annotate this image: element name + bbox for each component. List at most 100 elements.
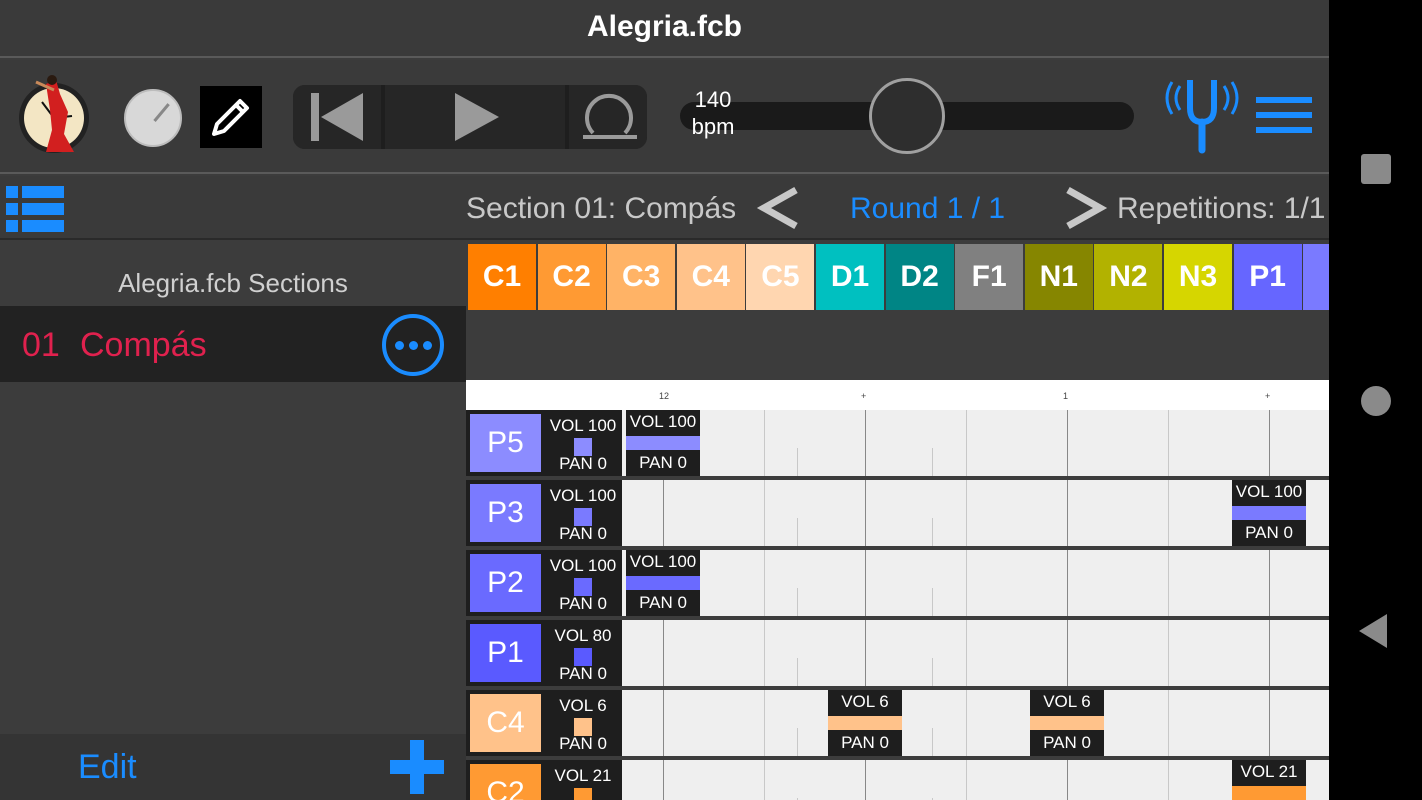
note-block[interactable]: VOL 100 PAN 0 (1232, 480, 1306, 546)
beat-gridline (932, 588, 933, 616)
note-block[interactable]: VOL 21PAN 0 (1232, 760, 1306, 800)
edit-pencil-button[interactable] (200, 86, 262, 148)
track-instrument-badge[interactable]: C4 (470, 694, 541, 752)
track-lane[interactable] (622, 550, 1329, 616)
note-block[interactable]: VOL 6 PAN 0 (1030, 690, 1104, 756)
round-indicator[interactable]: Round 1 / 1 (850, 192, 1005, 226)
recents-icon[interactable] (1361, 154, 1391, 184)
note-block[interactable]: VOL 6 PAN 0 (828, 690, 902, 756)
ruler-tick: 1 (1063, 391, 1069, 401)
track-lane[interactable] (622, 620, 1329, 686)
instrument-tile-c1[interactable]: C1 (468, 244, 536, 310)
track-row-c4: C4 VOL 6 PAN 0 VOL 6 PAN 0 VOL 6 PAN 0 (466, 690, 1329, 756)
title-bar: Alegria.fcb (0, 0, 1329, 58)
note-block[interactable]: VOL 100 PAN 0 (626, 410, 700, 476)
track-lane[interactable] (622, 690, 1329, 756)
beat-gridline (1269, 690, 1270, 756)
play-button[interactable] (385, 85, 565, 149)
beat-gridline (1067, 410, 1068, 476)
instrument-tile-c5[interactable]: C5 (746, 244, 815, 310)
beat-gridline (966, 550, 967, 616)
current-section-label: Section 01: Compás (466, 192, 737, 225)
instrument-tile-c4[interactable]: C4 (676, 244, 745, 310)
track-header[interactable]: P5 VOL 100 PAN 0 (466, 410, 622, 476)
previous-round-icon[interactable] (756, 184, 802, 232)
track-instrument-badge[interactable]: P1 (470, 624, 541, 682)
track-instrument-badge[interactable]: C2 (470, 764, 541, 800)
note-pan: PAN 0 (639, 453, 687, 472)
instrument-tile-n2[interactable]: N2 (1094, 244, 1163, 310)
track-volume: VOL 100 (549, 556, 617, 575)
track-pan: PAN 0 (559, 594, 607, 613)
instrument-tile-d1[interactable]: D1 (816, 244, 884, 310)
track-lane[interactable] (622, 410, 1329, 476)
track-header[interactable]: P1 VOL 80 PAN 0 (466, 620, 622, 686)
android-nav-bar (1329, 0, 1422, 800)
section-bar: Section 01: Compás Round 1 / 1 Repetitio… (0, 176, 1329, 240)
instrument-tile-p1[interactable]: P1 (1233, 244, 1302, 310)
flamenco-clock-logo-icon[interactable] (16, 72, 92, 156)
beat-gridline (663, 480, 664, 546)
sections-list-icon[interactable] (6, 186, 64, 232)
home-icon[interactable] (1361, 386, 1391, 416)
beat-gridline (764, 410, 765, 476)
track-instrument-badge[interactable]: P2 (470, 554, 541, 612)
track-pan: PAN 0 (559, 664, 607, 683)
beat-gridline (865, 480, 866, 546)
track-lane[interactable] (622, 480, 1329, 546)
instrument-tile-c2[interactable]: C2 (537, 244, 606, 310)
note-volume: VOL 6 (841, 692, 889, 711)
note-color-bar (626, 436, 700, 450)
instrument-tile-f1[interactable]: F1 (955, 244, 1024, 310)
menu-icon[interactable] (1256, 97, 1312, 133)
repetitions-label: Repetitions: 1/1 (1117, 192, 1326, 225)
edit-button[interactable]: Edit (78, 748, 137, 787)
track-volume: VOL 100 (549, 486, 617, 505)
track-lane[interactable] (622, 760, 1329, 800)
beat-gridline (797, 658, 798, 686)
track-instrument-badge[interactable]: P3 (470, 484, 541, 542)
note-color-bar (626, 576, 700, 590)
beat-gridline (865, 410, 866, 476)
transport-controls (293, 85, 647, 149)
track-header[interactable]: C2VOL 21PAN 0 (466, 760, 622, 800)
note-pan: PAN 0 (639, 593, 687, 612)
rewind-button[interactable] (293, 85, 381, 149)
volume-dial[interactable] (124, 89, 182, 147)
beat-gridline (865, 550, 866, 616)
section-list-item[interactable]: 01 Compás (0, 306, 466, 382)
bpm-unit: bpm (691, 114, 735, 139)
ruler-tick: + (861, 391, 867, 401)
beat-gridline (865, 620, 866, 686)
track-header[interactable]: P3 VOL 100 PAN 0 (466, 480, 622, 546)
note-volume: VOL 100 (1235, 482, 1303, 501)
instrument-palette: C1C2C3C4C5D1D2F1N1N2N3P1P (466, 242, 1329, 380)
beat-gridline (1168, 480, 1169, 546)
tempo-slider-thumb[interactable] (869, 78, 945, 154)
note-block[interactable]: VOL 100 PAN 0 (626, 550, 700, 616)
tuning-fork-icon[interactable] (1162, 74, 1242, 154)
track-header[interactable]: C4 VOL 6 PAN 0 (466, 690, 622, 756)
note-color-bar (828, 716, 902, 730)
add-section-icon[interactable] (390, 740, 444, 794)
instrument-tile-n1[interactable]: N1 (1024, 244, 1093, 310)
sequencer-grid: 12 +1 + P5 VOL 100 PAN 0 VOL 100 PAN 0 P3 VOL 10… (466, 380, 1329, 800)
instrument-tile-c3[interactable]: C3 (607, 244, 676, 310)
note-volume: VOL 100 (629, 552, 697, 571)
track-header[interactable]: P2 VOL 100 PAN 0 (466, 550, 622, 616)
track-row-p1: P1 VOL 80 PAN 0 (466, 620, 1329, 686)
instrument-tile-n3[interactable]: N3 (1164, 244, 1232, 310)
more-options-icon[interactable] (382, 314, 444, 376)
beat-gridline (663, 620, 664, 686)
track-instrument-badge[interactable]: P5 (470, 414, 541, 472)
back-icon[interactable] (1359, 614, 1387, 648)
section-number: 01 (22, 326, 60, 364)
beat-gridline (932, 728, 933, 756)
loop-icon (583, 93, 637, 139)
next-round-icon[interactable] (1062, 184, 1108, 232)
beat-gridline (1168, 620, 1169, 686)
note-pan: PAN 0 (841, 733, 889, 752)
instrument-tile-p[interactable]: P (1303, 244, 1329, 310)
loop-button[interactable] (569, 85, 647, 149)
instrument-tile-d2[interactable]: D2 (885, 244, 954, 310)
